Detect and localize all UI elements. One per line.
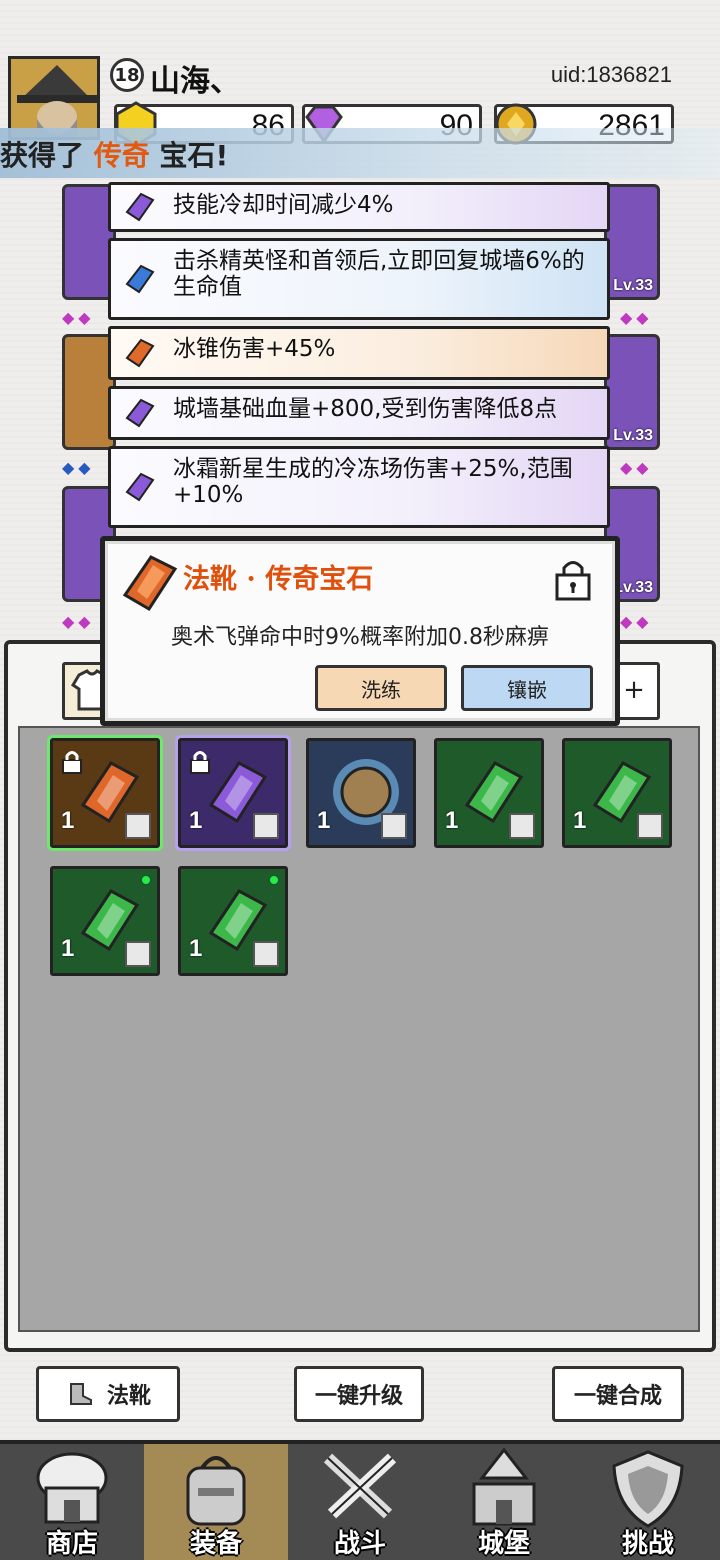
nav-label: 战斗 (333, 1529, 386, 1559)
equipment-level: Lv.33 (613, 277, 653, 294)
inventory-cell[interactable]: 1 (50, 866, 160, 976)
player-name: 山海、 (150, 64, 240, 99)
banner-prefix: 获得了 (0, 139, 94, 172)
shop-icon (36, 1452, 108, 1524)
nav-label: 城堡 (477, 1529, 530, 1559)
affix-text: 击杀精英怪和首领后,立即回复城墙6%的生命值 (173, 248, 585, 300)
affix-text: 技能冷却时间减少4% (173, 192, 394, 218)
equipment-slot[interactable]: Lv.33 (604, 184, 660, 300)
blue-gem-icon (125, 264, 155, 294)
inventory-cell[interactable]: 1 (178, 738, 288, 848)
nav-shop[interactable]: 商店 (0, 1444, 144, 1560)
socket-dots: ◆◆ (62, 308, 95, 327)
inventory-cell[interactable]: 1 (306, 738, 416, 848)
item-count: 1 (61, 935, 75, 962)
affix-row[interactable]: 技能冷却时间减少4% (108, 182, 610, 232)
shield-icon (612, 1450, 684, 1528)
inlay-button[interactable]: 镶嵌 (461, 665, 593, 711)
merge-all-button[interactable]: 一键合成 (552, 1366, 684, 1422)
item-count: 1 (445, 807, 459, 834)
crossed-swords-icon (323, 1453, 397, 1519)
popup-title: 法靴 · 传奇宝石 (183, 564, 374, 595)
boot-slot-icon (381, 813, 407, 839)
new-indicator-dot (269, 875, 279, 885)
nav-equipment[interactable]: 装备 (144, 1444, 288, 1560)
lock-icon (190, 751, 210, 774)
bottom-nav: 商店 装备 战斗 城堡 挑战 (0, 1440, 720, 1560)
boot-slot-icon (637, 813, 663, 839)
nav-castle[interactable]: 城堡 (432, 1444, 576, 1560)
socket-dots: ◆◆ (620, 458, 653, 477)
nav-label: 装备 (189, 1529, 242, 1559)
reforge-button[interactable]: 洗练 (315, 665, 447, 711)
boots-filter-label: 法靴 (106, 1384, 151, 1409)
affix-text: 城墙基础血量+800,受到伤害降低8点 (173, 396, 558, 422)
item-count: 1 (189, 935, 203, 962)
gem-detail-popup: 法靴 · 传奇宝石 奥术飞弹命中时9%概率附加0.8秒麻痹 洗练 镶嵌 (100, 536, 620, 726)
affix-row[interactable]: 冰霜新星生成的冷冻场伤害+25%,范围+10% (108, 446, 610, 528)
socket-dots: ◆◆ (620, 308, 653, 327)
socket-dots: ◆◆ (62, 612, 95, 631)
legendary-gem-icon (122, 555, 178, 612)
socket-dots: ◆◆ (62, 458, 95, 477)
banner-suffix: 宝石! (149, 139, 229, 172)
item-count: 1 (189, 807, 203, 834)
boot-slot-icon (253, 813, 279, 839)
backpack-icon (186, 1456, 246, 1526)
nav-label: 商店 (45, 1529, 98, 1559)
item-count: 1 (317, 807, 331, 834)
boot-slot-icon (125, 941, 151, 967)
purple-gem-icon (125, 192, 155, 222)
nav-challenge[interactable]: 挑战 (576, 1444, 720, 1560)
affix-text: 冰锥伤害+45% (173, 336, 336, 362)
inventory-cell[interactable]: 1 (434, 738, 544, 848)
affix-row[interactable]: 击杀精英怪和首领后,立即回复城墙6%的生命值 (108, 238, 610, 320)
purple-gem-icon (125, 472, 155, 502)
level-badge: 18 (110, 58, 144, 92)
nav-label: 挑战 (621, 1529, 674, 1559)
new-indicator-dot (141, 875, 151, 885)
purple-gem-icon (125, 398, 155, 428)
inventory-cell[interactable]: 1 (50, 738, 160, 848)
lock-icon (62, 751, 82, 774)
boot-slot-icon (509, 813, 535, 839)
affix-row[interactable]: 冰锥伤害+45% (108, 326, 610, 380)
item-count: 1 (61, 807, 75, 834)
boots-filter-button[interactable]: 法靴 (36, 1366, 180, 1422)
affix-row[interactable]: 城墙基础血量+800,受到伤害降低8点 (108, 386, 610, 440)
upgrade-all-button[interactable]: 一键升级 (294, 1366, 424, 1422)
equipment-level: Lv.33 (613, 427, 653, 444)
boot-slot-icon (253, 941, 279, 967)
affix-text: 冰霜新星生成的冷冻场伤害+25%,范围+10% (173, 456, 573, 508)
socket-dots: ◆◆ (620, 612, 653, 631)
equipment-slot[interactable]: Lv.33 (604, 334, 660, 450)
inventory-cell[interactable]: 1 (562, 738, 672, 848)
item-count: 1 (573, 807, 587, 834)
nav-battle[interactable]: 战斗 (288, 1444, 432, 1560)
player-uid: uid:1836821 (550, 62, 672, 87)
boot-icon (69, 1383, 92, 1405)
inventory-cell[interactable]: 1 (178, 866, 288, 976)
lock-icon[interactable] (553, 555, 593, 601)
orange-gem-icon (125, 338, 155, 368)
castle-icon (472, 1448, 536, 1526)
popup-description: 奥术飞弹命中时9%概率附加0.8秒麻痹 (171, 625, 549, 650)
banner-highlight: 传奇 (93, 139, 150, 172)
boot-slot-icon (125, 813, 151, 839)
reward-banner: 获得了 传奇 宝石! (0, 128, 720, 178)
